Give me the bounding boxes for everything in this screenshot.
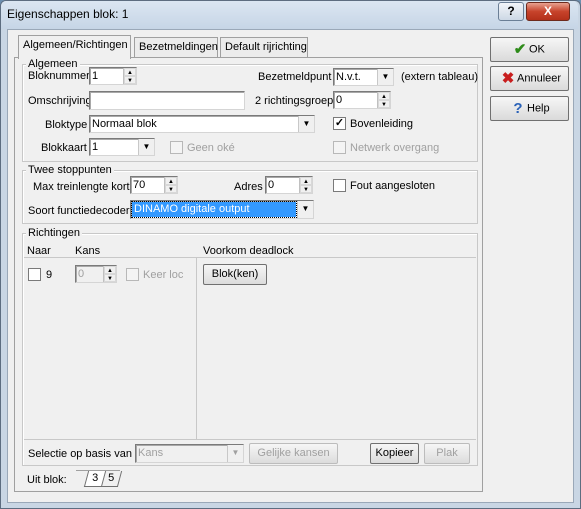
spin-up-icon[interactable]: ▲ — [378, 92, 390, 100]
chevron-down-icon[interactable]: ▼ — [298, 116, 314, 132]
blok-ken-button[interactable]: Blok(ken) — [203, 264, 267, 285]
adres-value: 0 — [268, 179, 275, 191]
bloknummer-value: 1 — [92, 70, 99, 82]
tab-algemeen-richtingen[interactable]: Algemeen/Richtingen — [18, 35, 131, 59]
spin-up-icon[interactable]: ▲ — [165, 177, 177, 185]
column-naar: Naar — [27, 245, 51, 257]
ok-button[interactable]: ✔ OK — [490, 37, 569, 62]
spin-down-icon[interactable]: ▼ — [300, 185, 312, 193]
uit-blok-tab-5-label: 5 — [108, 472, 115, 484]
uit-blok-tab-3-label: 3 — [92, 472, 99, 484]
list-bottom-divider — [24, 439, 476, 440]
naar-checkbox[interactable] — [28, 268, 41, 281]
fout-aangesloten-checkbox[interactable] — [333, 179, 346, 192]
max-treinlengte-label: Max treinlengte kort — [33, 181, 130, 193]
tab-bezetmeldingen[interactable]: Bezetmeldingen — [134, 37, 218, 58]
bezetmeldpunt-value: N.v.t. — [336, 71, 361, 83]
bloktype-select[interactable]: Normaal blok — [89, 115, 315, 133]
fout-aangesloten-label: Fout aangesloten — [350, 180, 436, 192]
bovenleiding-checkbox[interactable]: ✓ — [333, 117, 346, 130]
bloktype-label: Bloktype — [45, 119, 88, 131]
gelijke-kansen-button[interactable]: Gelijke kansen — [249, 443, 338, 464]
max-treinlengte-value: 70 — [133, 179, 146, 191]
blokkaart-label: Blokkaart — [41, 142, 87, 154]
bovenleiding-label: Bovenleiding — [350, 118, 413, 130]
chevron-down-icon[interactable]: ▼ — [138, 139, 154, 155]
close-button[interactable]: X — [526, 2, 570, 21]
question-icon: ? — [513, 100, 523, 117]
netwerk-overgang-checkbox[interactable] — [333, 141, 346, 154]
tab-default-rijrichting[interactable]: Default rijrichting — [220, 37, 308, 58]
geen-oke-label: Geen oké — [187, 142, 235, 154]
omschrijving-label: Omschrijving — [28, 95, 92, 107]
help-label: Help — [527, 102, 550, 115]
richtingsgroep-spinner[interactable]: ▲ ▼ — [377, 92, 390, 108]
max-treinlengte-spinner[interactable]: ▲ ▼ — [164, 177, 177, 193]
richtingsgroep-label: 2 richtingsgroep — [255, 95, 334, 107]
help-button[interactable]: ? Help — [490, 96, 569, 121]
cancel-button[interactable]: ✖ Annuleer — [490, 66, 569, 91]
spin-down-icon[interactable]: ▼ — [104, 274, 116, 282]
richtingen-title: Richtingen — [26, 227, 82, 239]
plak-button[interactable]: Plak — [424, 443, 470, 464]
uit-blok-label: Uit blok: — [27, 474, 67, 486]
richtingsgroep-value: 0 — [336, 94, 343, 106]
bezetmeldpunt-label: Bezetmeldpunt — [258, 71, 332, 83]
extern-tableau-label: (extern tableau) — [401, 71, 479, 83]
selectie-value: Kans — [138, 447, 164, 459]
spin-up-icon[interactable]: ▲ — [300, 177, 312, 185]
soort-functiedecoder-value: DINAMO digitale output — [131, 201, 297, 218]
naar-value: 9 — [46, 269, 53, 281]
stoppunten-title: Twee stoppunten — [26, 164, 114, 176]
cancel-label: Annuleer — [517, 72, 562, 85]
spin-down-icon[interactable]: ▼ — [165, 185, 177, 193]
soort-functiedecoder-label: Soort functiedecoder — [28, 205, 130, 217]
column-kans: Kans — [75, 245, 101, 257]
chevron-down-icon[interactable]: ▼ — [297, 201, 313, 218]
ok-label: OK — [529, 43, 545, 56]
omschrijving-input[interactable] — [89, 91, 245, 110]
keer-loc-checkbox[interactable] — [126, 268, 139, 281]
x-icon: ✖ — [501, 70, 515, 87]
adres-label: Adres — [234, 181, 263, 193]
window-title: Eigenschappen blok: 1 — [7, 7, 129, 21]
spin-up-icon[interactable]: ▲ — [124, 68, 136, 76]
check-icon: ✔ — [513, 41, 527, 58]
column-voorkom-deadlock: Voorkom deadlock — [203, 245, 294, 257]
help-title-button[interactable]: ? — [498, 2, 524, 21]
bloknummer-spinner[interactable]: ▲ ▼ — [123, 68, 136, 84]
bloktype-value: Normaal blok — [92, 118, 157, 130]
column-divider — [196, 258, 197, 439]
spin-down-icon[interactable]: ▼ — [378, 100, 390, 108]
kans-spinner[interactable]: ▲ ▼ — [103, 266, 116, 282]
chevron-down-icon[interactable]: ▼ — [377, 69, 393, 85]
netwerk-overgang-label: Netwerk overgang — [350, 142, 440, 154]
bloknummer-label: Bloknummer — [28, 70, 90, 82]
kopieer-button[interactable]: Kopieer — [370, 443, 419, 464]
algemeen-title: Algemeen — [26, 58, 80, 70]
selectie-label: Selectie op basis van — [28, 448, 132, 460]
adres-spinner[interactable]: ▲ ▼ — [299, 177, 312, 193]
kans-value: 0 — [78, 268, 85, 280]
keer-loc-label: Keer loc — [143, 269, 184, 281]
geen-oke-checkbox[interactable] — [170, 141, 183, 154]
spin-down-icon[interactable]: ▼ — [124, 76, 136, 84]
spin-up-icon[interactable]: ▲ — [104, 266, 116, 274]
chevron-down-icon[interactable]: ▼ — [227, 445, 243, 462]
blokkaart-value: 1 — [92, 141, 99, 153]
